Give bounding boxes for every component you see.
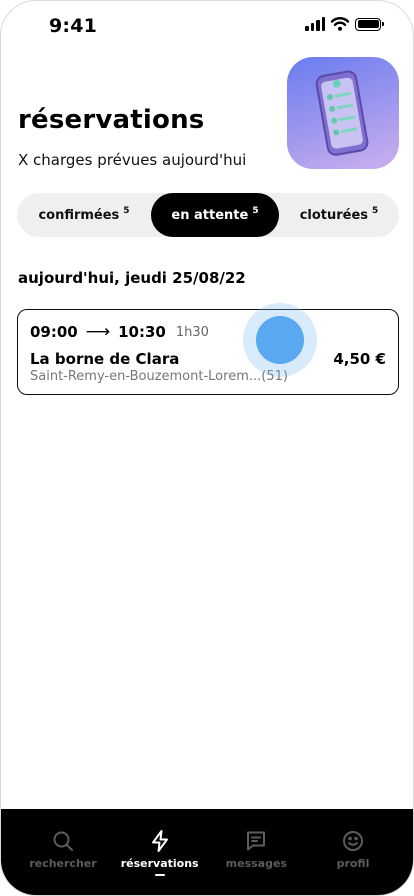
battery-icon bbox=[355, 17, 384, 31]
page-subtitle: X charges prévues aujourd'hui bbox=[18, 151, 247, 169]
tab-label: confirmées bbox=[38, 207, 120, 223]
tab-count-badge: 5 bbox=[372, 206, 379, 216]
tab-count-badge: 5 bbox=[123, 206, 130, 216]
reservation-card[interactable]: 09:00 ⟶ 10:30 1h30 La borne de Clara Sai… bbox=[17, 309, 399, 395]
phone-checklist-illustration bbox=[287, 57, 399, 169]
duration: 1h30 bbox=[175, 324, 209, 340]
station-address: Saint-Remy-en-Bouzemont-Lorem...(51) bbox=[30, 369, 288, 384]
status-time: 9:41 bbox=[49, 15, 98, 37]
tab-count-badge: 5 bbox=[252, 206, 259, 216]
reservation-status-tabs: confirmées 5 en attente 5 cloturées 5 bbox=[17, 193, 399, 237]
lightning-icon bbox=[151, 830, 168, 852]
search-icon bbox=[53, 831, 73, 851]
nav-item-messages[interactable]: messages bbox=[208, 809, 304, 895]
status-bar: 9:41 bbox=[1, 1, 413, 51]
nav-item-profil[interactable]: profil bbox=[305, 809, 401, 895]
reservation-price: 4,50 € bbox=[333, 350, 386, 368]
arrow-right-icon: ⟶ bbox=[85, 322, 111, 342]
nav-label: rechercher bbox=[29, 857, 97, 870]
status-icons bbox=[305, 17, 384, 31]
active-tab-indicator bbox=[154, 874, 165, 876]
tab-label: en attente bbox=[171, 207, 249, 223]
tab-cloturees[interactable]: cloturées 5 bbox=[279, 193, 399, 237]
nav-label: réservations bbox=[120, 857, 199, 870]
nav-label: messages bbox=[225, 857, 287, 870]
nav-label: profil bbox=[336, 857, 370, 870]
message-icon bbox=[247, 831, 266, 851]
date-heading: aujourd'hui, jeudi 25/08/22 bbox=[18, 269, 246, 287]
page-title: réservations bbox=[18, 105, 205, 135]
bottom-navigation: rechercher réservations messages profil bbox=[1, 809, 413, 895]
time-range: 09:00 ⟶ 10:30 1h30 bbox=[30, 322, 209, 342]
tab-en-attente[interactable]: en attente 5 bbox=[151, 193, 279, 237]
nav-item-rechercher[interactable]: rechercher bbox=[15, 809, 111, 895]
cellular-signal-icon bbox=[305, 17, 325, 31]
tab-label: cloturées bbox=[299, 207, 369, 223]
phone-screen: 9:41 réservations X charges prévues aujo… bbox=[0, 0, 414, 896]
smiley-icon bbox=[342, 831, 363, 851]
end-time: 10:30 bbox=[118, 323, 166, 341]
start-time: 09:00 bbox=[30, 323, 78, 341]
nav-item-reservations[interactable]: réservations bbox=[112, 809, 208, 895]
touch-indicator bbox=[256, 316, 304, 364]
tab-confirmees[interactable]: confirmées 5 bbox=[17, 193, 151, 237]
wifi-icon bbox=[331, 17, 349, 31]
station-name: La borne de Clara bbox=[30, 350, 180, 368]
